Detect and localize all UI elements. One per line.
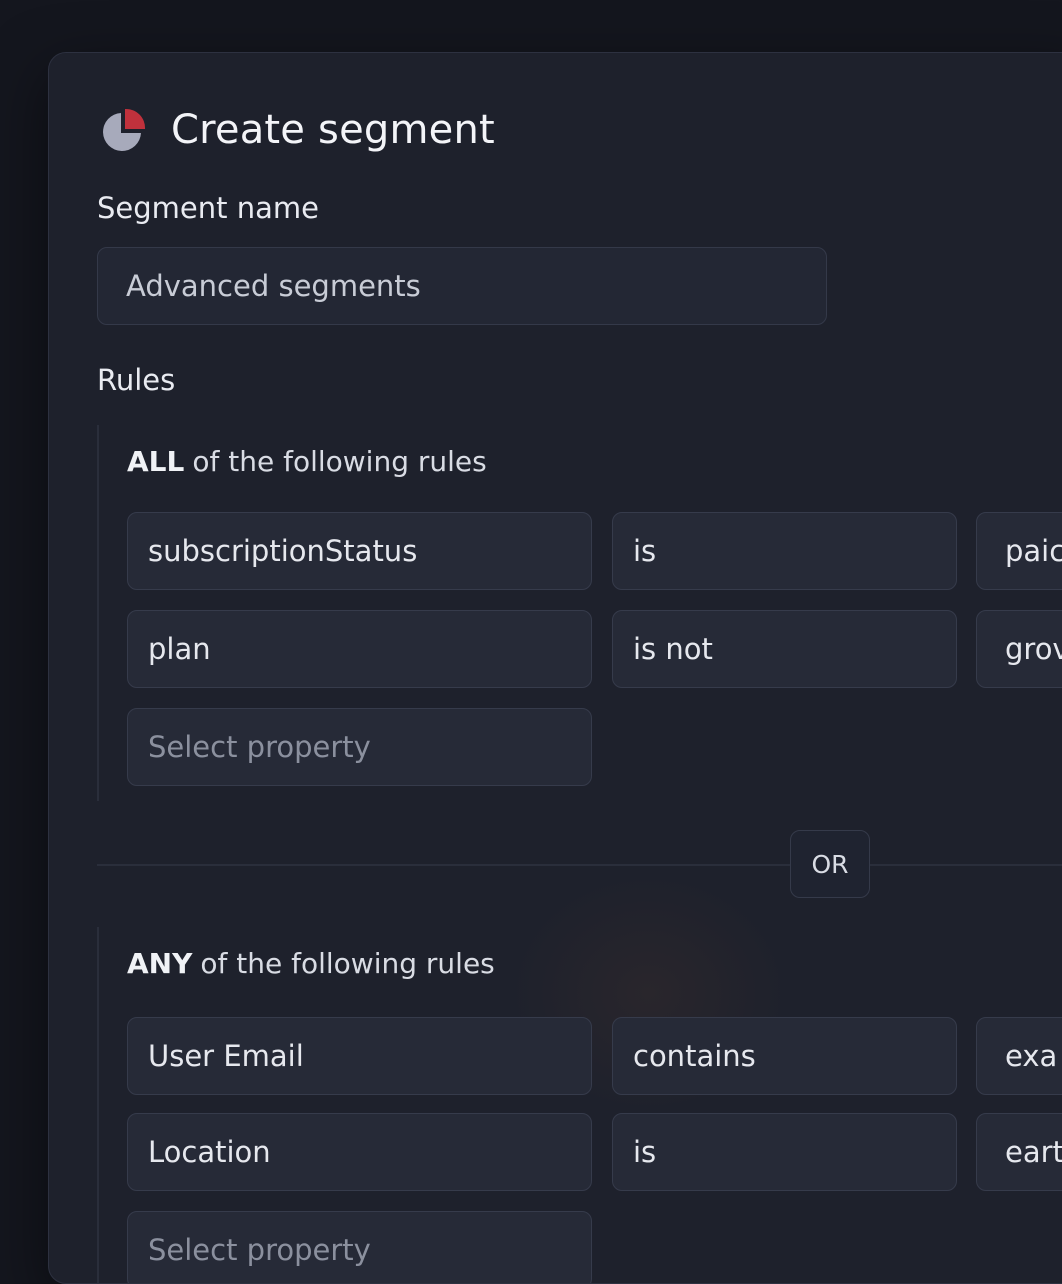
page-title: Create segment: [171, 107, 495, 153]
segment-name-label: Segment name: [97, 191, 319, 225]
rule-group-suffix: of the following rules: [200, 947, 494, 980]
create-segment-dialog: Create segment Segment name Advanced seg…: [48, 52, 1062, 1284]
rule-group-suffix: of the following rules: [192, 445, 486, 478]
rule-value-input[interactable]: paic: [976, 512, 1062, 590]
segment-name-input[interactable]: Advanced segments: [97, 247, 827, 325]
rules-label: Rules: [97, 363, 175, 397]
pie-chart-icon: [99, 105, 149, 155]
add-property-select[interactable]: Select property: [127, 708, 592, 786]
or-divider-line: [97, 864, 1062, 866]
rule-group-quantifier: ANY: [127, 947, 192, 980]
rule-group-title: ANYof the following rules: [127, 947, 495, 980]
rule-group-quantifier: ALL: [127, 445, 184, 478]
rule-operator-select[interactable]: contains: [612, 1017, 957, 1095]
add-property-select[interactable]: Select property: [127, 1211, 592, 1284]
rule-operator-select[interactable]: is not: [612, 610, 957, 688]
rule-property-select[interactable]: subscriptionStatus: [127, 512, 592, 590]
rule-operator-select[interactable]: is: [612, 512, 957, 590]
rule-property-select[interactable]: Location: [127, 1113, 592, 1191]
rule-value-input[interactable]: exa: [976, 1017, 1062, 1095]
rule-operator-select[interactable]: is: [612, 1113, 957, 1191]
rule-property-select[interactable]: User Email: [127, 1017, 592, 1095]
rule-property-select[interactable]: plan: [127, 610, 592, 688]
dialog-header: Create segment: [99, 105, 495, 155]
rule-group-all: ALLof the following rules subscriptionSt…: [97, 425, 1062, 801]
rule-group-any: ANYof the following rules User Email con…: [97, 927, 1062, 1284]
rule-group-title: ALLof the following rules: [127, 445, 487, 478]
or-joiner-chip[interactable]: OR: [790, 830, 870, 898]
rule-value-input[interactable]: grov: [976, 610, 1062, 688]
rule-value-input[interactable]: eart: [976, 1113, 1062, 1191]
